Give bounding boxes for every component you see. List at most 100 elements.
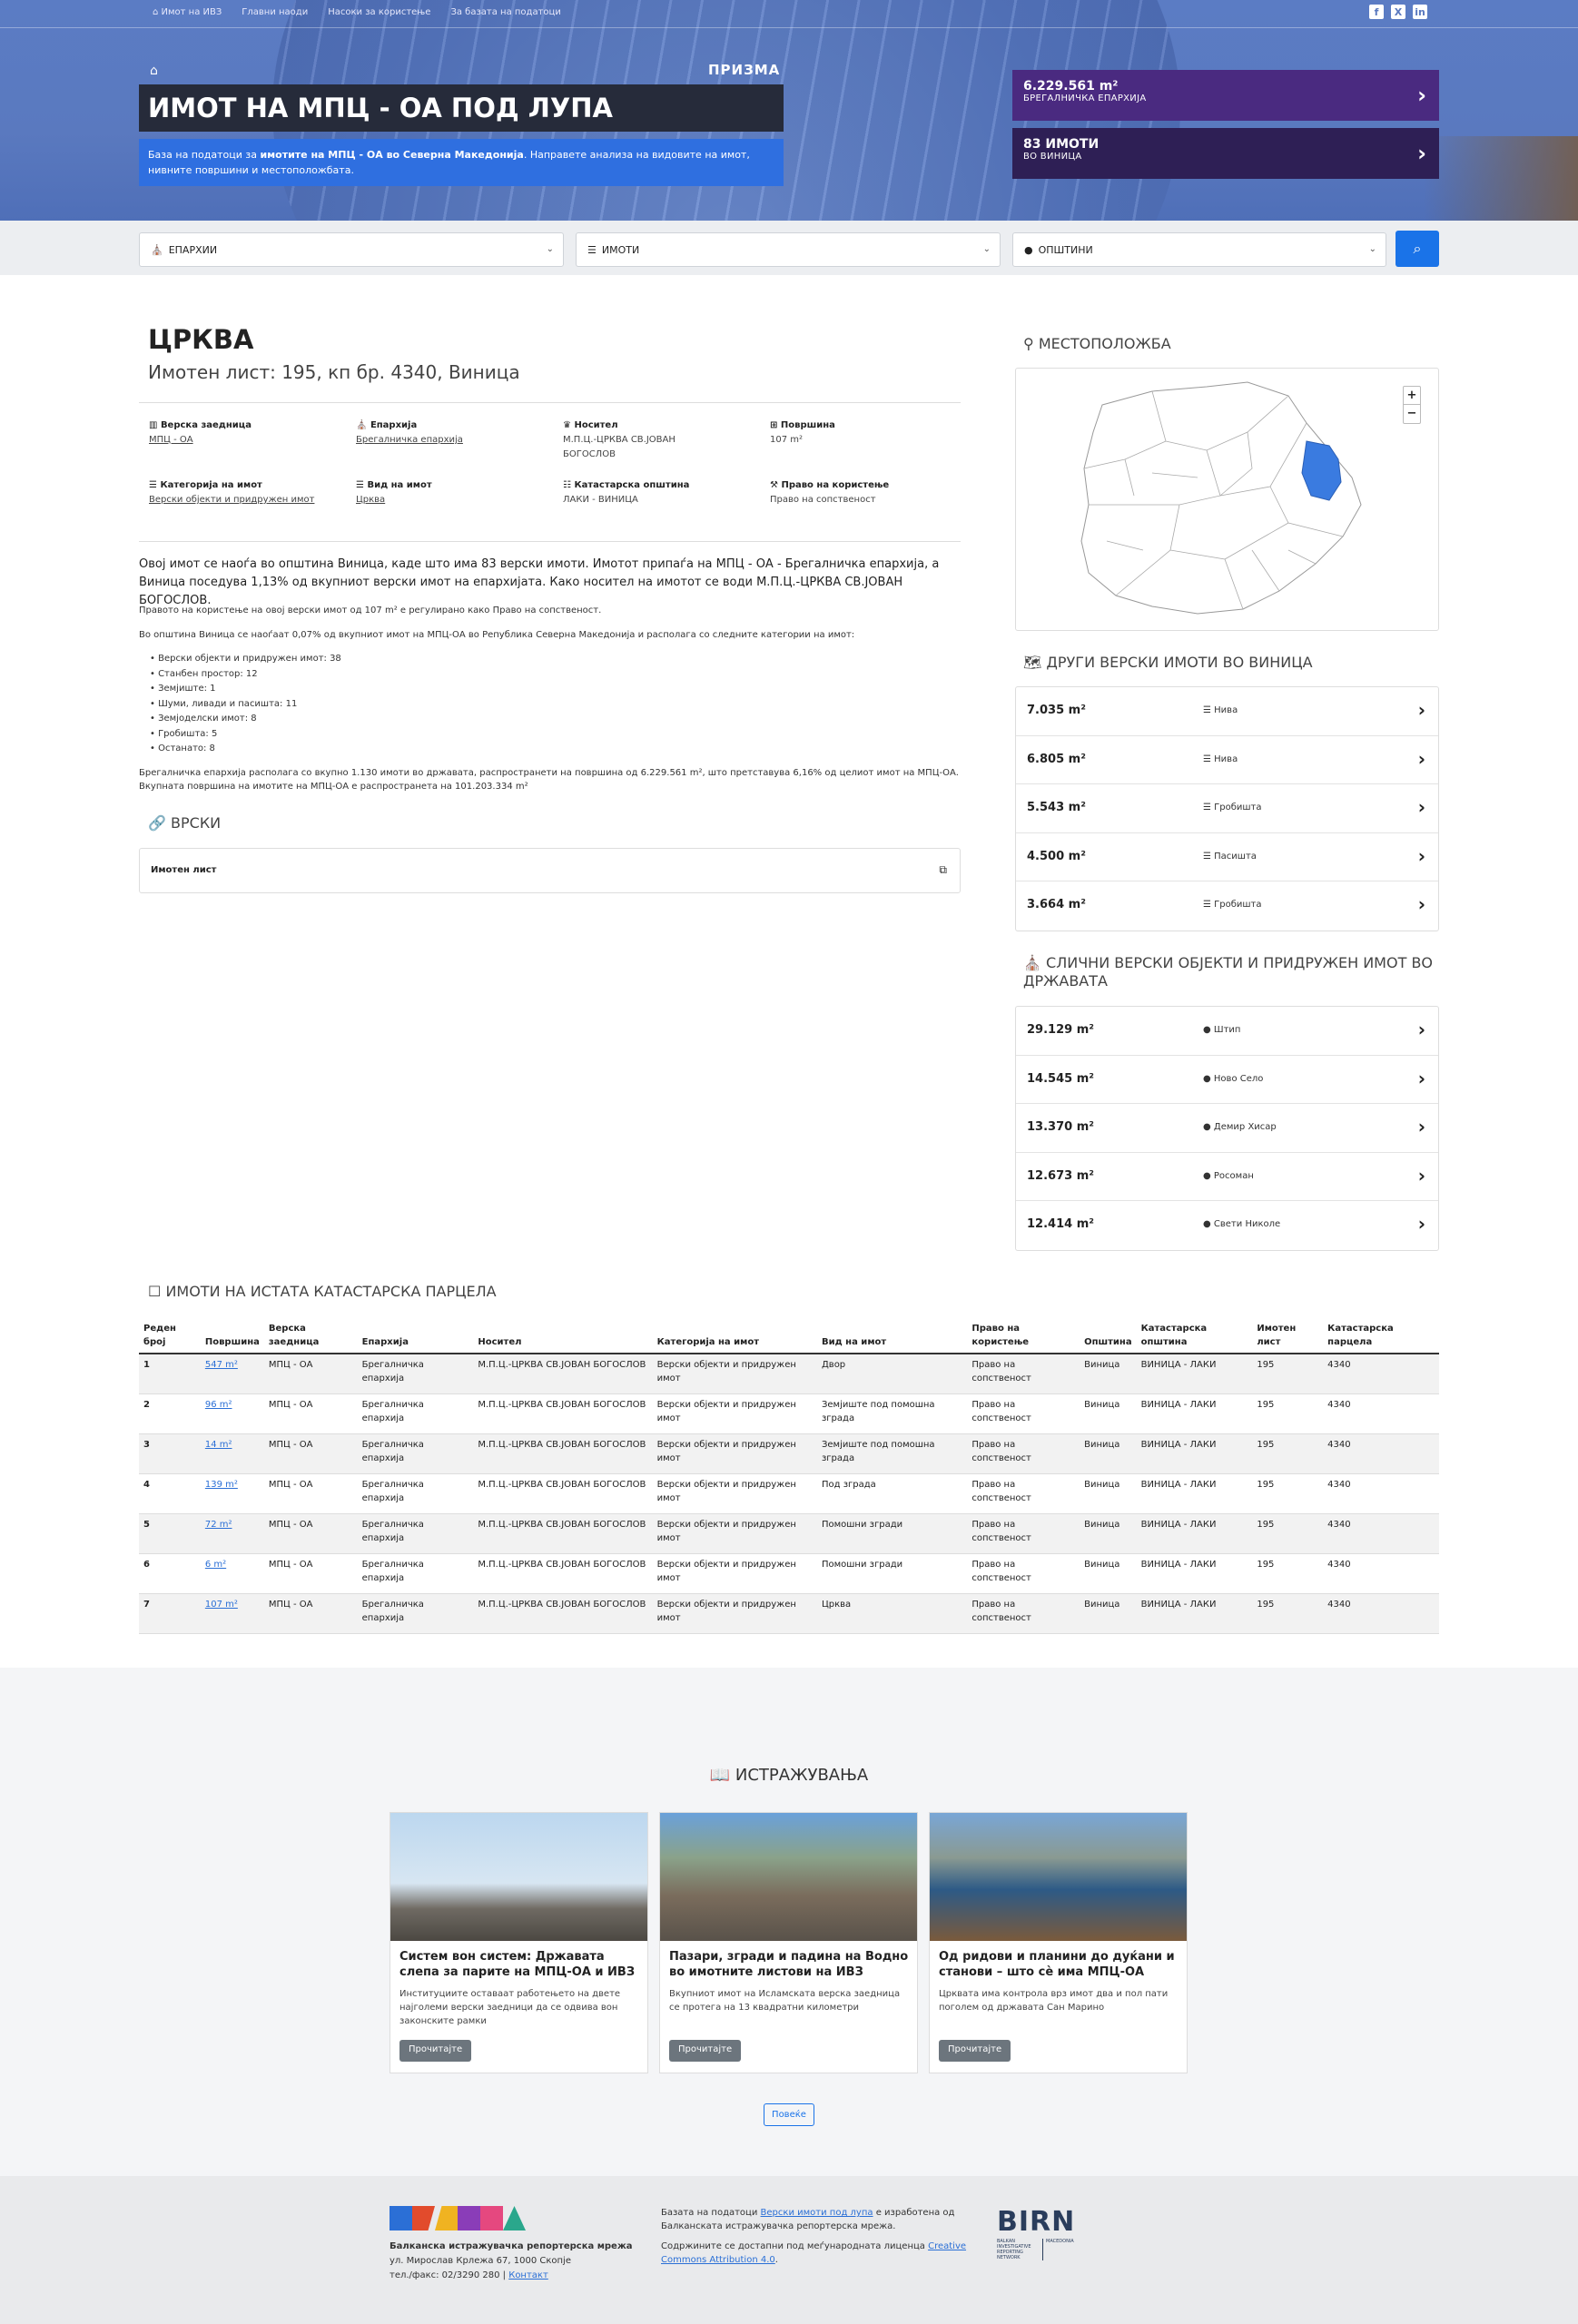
area-link[interactable]: 6 m²	[205, 1560, 226, 1570]
chevron-right-icon: ›	[1417, 83, 1426, 108]
area-link[interactable]: 107 m²	[205, 1600, 238, 1610]
list-item[interactable]: 5.543 m² ☰ Гробишта ›	[1016, 784, 1438, 833]
property-type: ☰ Гробишта	[1203, 900, 1262, 910]
table-cell: МПЦ - ОА	[263, 1593, 358, 1634]
field-type: ☰ Вид на имот Црква	[356, 478, 556, 507]
parcel-table: Реден број Површина Верска заедница Епархиј…	[139, 1318, 1439, 1634]
chevron-right-icon: ›	[1417, 796, 1425, 819]
linkedin-icon[interactable]: in	[1413, 5, 1427, 19]
home-icon[interactable]: ⌂	[150, 64, 158, 78]
chevron-right-icon: ›	[1417, 1019, 1425, 1040]
table-cell: 4340	[1323, 1593, 1439, 1634]
nav-item-guidelines[interactable]: Насоки за користење	[328, 7, 430, 17]
municipality-select[interactable]: ● ОПШТИНИ ⌄	[1012, 232, 1386, 267]
type-label: Гробишта	[1214, 803, 1262, 813]
table-cell: Верски објекти и придружен имот	[652, 1473, 817, 1514]
field-link[interactable]: Црква	[356, 495, 385, 505]
select-value: ИМОТИ	[601, 243, 640, 256]
column-header: Епархија	[357, 1318, 474, 1354]
field-category: ☰ Категорија на имот Верски објекти и пр…	[149, 478, 349, 507]
nav-item-label: Имот на ИВЗ	[161, 7, 222, 17]
stat-municipality-count[interactable]: 83 ИМОТИ ВО ВИНИЦА ›	[1012, 128, 1439, 179]
read-button[interactable]: Прочитајте	[939, 2040, 1011, 2062]
search-icon: ⌕	[1413, 240, 1422, 257]
x-icon[interactable]: X	[1391, 5, 1405, 19]
nav-item-property[interactable]: ⌂ Имот на ИВЗ	[153, 7, 222, 17]
nav-item-findings[interactable]: Главни наоди	[242, 7, 308, 17]
square-icon: ☐	[148, 1283, 166, 1300]
list-item[interactable]: 3.664 m² ☰ Гробишта ›	[1016, 881, 1438, 931]
signpost-icon: ☰	[1203, 851, 1215, 862]
field-link[interactable]: Брегалничка епархија	[356, 435, 463, 445]
list-item[interactable]: 4.500 m² ☰ Пасишта ›	[1016, 833, 1438, 882]
research-card[interactable]: Систем вон систем: Државата слепа за пар…	[390, 1812, 648, 2073]
list-item[interactable]: 7.035 m² ☰ Нива ›	[1016, 687, 1438, 736]
location-map[interactable]	[1015, 368, 1439, 631]
column-header: Верска заедница	[263, 1318, 358, 1354]
table-cell: ВИНИЦА - ЛАКИ	[1136, 1513, 1253, 1554]
field-label: Вид на имот	[367, 480, 432, 490]
column-header: Носител	[473, 1318, 653, 1354]
contact-link[interactable]: Контакт	[508, 2270, 548, 2280]
table-cell: 4	[139, 1473, 201, 1514]
table-cell: Виница	[1080, 1393, 1137, 1434]
area-link[interactable]: 72 m²	[205, 1520, 232, 1530]
search-button[interactable]: ⌕	[1396, 231, 1439, 267]
map-pin-icon: ⚲	[1023, 335, 1039, 352]
prizma-logo[interactable]: ПРИЗМА	[708, 62, 780, 78]
list-item[interactable]: 12.414 m² ● Свети Николе ›	[1016, 1201, 1438, 1250]
field-area: ⊞ Површина 107 m²	[770, 419, 970, 448]
research-heading: 📖 ИСТРАЖУВАЊА	[0, 1766, 1578, 1785]
table-cell: МПЦ - ОА	[263, 1513, 358, 1554]
field-label: Право на користење	[781, 480, 890, 490]
area-link[interactable]: 14 m²	[205, 1440, 232, 1450]
signpost-icon: ☰	[1203, 900, 1215, 911]
stat-eparchy-area[interactable]: 6.229.561 m² БРЕГАЛНИЧКА ЕПАРХИЈА ›	[1012, 70, 1439, 121]
table-cell: Црква	[816, 1593, 968, 1634]
list-item[interactable]: 6.805 m² ☰ Нива ›	[1016, 736, 1438, 785]
nav-item-about[interactable]: За базата на податоци	[450, 7, 560, 17]
facebook-icon[interactable]: f	[1369, 5, 1384, 19]
table-cell: Брегалничка епархија	[357, 1513, 474, 1554]
area-value: 13.370 m²	[1027, 1120, 1094, 1135]
area-link[interactable]: 139 m²	[205, 1480, 238, 1490]
zoom-in-button[interactable]: +	[1404, 387, 1420, 405]
list-item[interactable]: 14.545 m² ● Ново Село ›	[1016, 1056, 1438, 1105]
prizma-logo[interactable]	[390, 2206, 526, 2230]
eparchy-select[interactable]: ⛪ ЕПАРХИИ ⌄	[139, 232, 564, 267]
table-cell: Верски објекти и придружен имот	[652, 1593, 817, 1634]
table-cell: ВИНИЦА - ЛАКИ	[1136, 1393, 1253, 1434]
table-cell: 4340	[1323, 1513, 1439, 1554]
select-value: ОПШТИНИ	[1038, 243, 1093, 256]
field-link[interactable]: МПЦ - ОА	[149, 435, 193, 445]
list-item[interactable]: 29.129 m² ● Штип ›	[1016, 1007, 1438, 1056]
birn-logo[interactable]: BIRN BALKAN INVESTIGATIVE REPORTING NETW…	[997, 2208, 1083, 2262]
read-button[interactable]: Прочитајте	[399, 2040, 472, 2062]
more-button[interactable]: Повеќе	[764, 2103, 814, 2126]
zoom-out-button[interactable]: −	[1404, 405, 1420, 423]
table-cell: 3	[139, 1433, 201, 1474]
table-cell: Право на сопственост	[967, 1513, 1080, 1554]
research-card[interactable]: Од ридови и планини до дуќани и станови …	[929, 1812, 1188, 2073]
area-link[interactable]: 96 m²	[205, 1400, 232, 1410]
table-cell: 4340	[1323, 1473, 1439, 1514]
property-sheet-link[interactable]: Имотен лист ⧉	[139, 848, 961, 893]
property-type: ☰ Нива	[1203, 705, 1238, 715]
table-row: 1 547 m² МПЦ - ОА Брегалничка епархија М.П.Ц…	[139, 1354, 1439, 1394]
read-button[interactable]: Прочитајте	[669, 2040, 742, 2062]
research-card[interactable]: Пазари, згради и падина на Водно во имот…	[659, 1812, 918, 2073]
table-cell: Право на сопственост	[967, 1593, 1080, 1634]
type-label: Нива	[1214, 705, 1238, 715]
table-row: 5 72 m² МПЦ - ОА Брегалничка епархија М.П.Ц.…	[139, 1513, 1439, 1554]
list-item[interactable]: 12.673 m² ● Росоман ›	[1016, 1153, 1438, 1202]
field-link[interactable]: Верски објекти и придружен имот	[149, 495, 314, 505]
list-item[interactable]: 13.370 m² ● Демир Хисар ›	[1016, 1104, 1438, 1153]
card-image	[660, 1813, 917, 1941]
external-link-icon: ⧉	[939, 863, 947, 876]
card-text: Вкупниот имот на Исламската верска заедн…	[669, 1989, 901, 2013]
table-cell: Земјиште под помошна зграда	[816, 1433, 968, 1474]
property-select[interactable]: ☰ ИМОТИ ⌄	[576, 232, 1001, 267]
table-cell: Верски објекти и придружен имот	[652, 1354, 817, 1394]
area-link[interactable]: 547 m²	[205, 1360, 238, 1370]
database-link[interactable]: Верски имоти под лупа	[761, 2208, 873, 2218]
